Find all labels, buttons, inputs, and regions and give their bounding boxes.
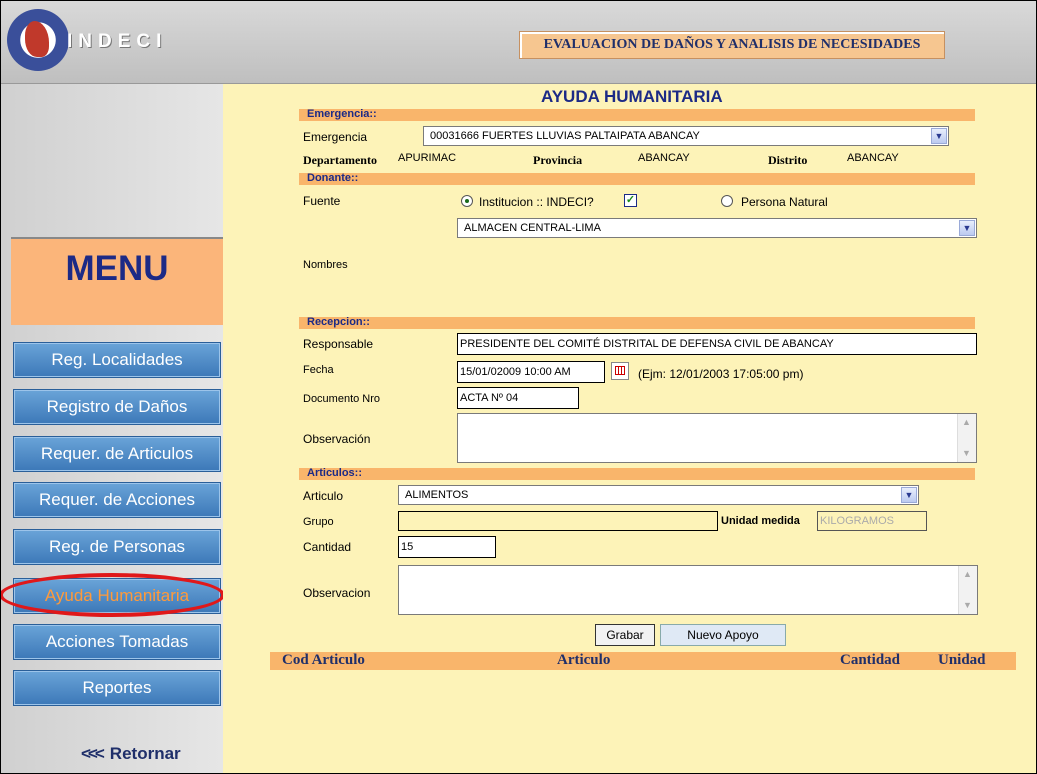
menu-item-acciones-tomadas[interactable]: Acciones Tomadas: [13, 624, 221, 660]
menu-item-requer-articulos[interactable]: Requer. de Articulos: [13, 436, 221, 472]
menu-heading: MENU: [65, 249, 169, 288]
chevron-down-icon[interactable]: ▼: [901, 487, 917, 503]
menu-item-requer-acciones[interactable]: Requer. de Acciones: [13, 482, 221, 518]
emergencia-value: 00031666 FUERTES LLUVIAS PALTAIPATA ABAN…: [430, 130, 700, 142]
almacen-select[interactable]: ALMACEN CENTRAL-LIMA ▼: [457, 218, 977, 238]
articulo-value: ALIMENTOS: [405, 489, 469, 501]
grupo-label: Grupo: [303, 516, 334, 528]
documento-label: Documento Nro: [303, 393, 381, 405]
grid-col-cod-articulo: Cod Articulo: [282, 652, 365, 668]
articulo-label: Articulo: [303, 489, 344, 503]
unidad-input[interactable]: KILOGRAMOS: [817, 511, 927, 531]
section-band-articulos: Articulos::: [299, 467, 975, 480]
fecha-hint: (Ejm: 12/01/2003 17:05:00 pm): [638, 367, 804, 381]
grid-col-cantidad: Cantidad: [840, 652, 901, 668]
menu-heading-block: MENU: [11, 237, 223, 325]
app-title: EVALUACION DE DAÑOS Y ANALISIS DE NECESI…: [543, 37, 921, 52]
responsable-label: Responsable: [303, 337, 374, 351]
section-title-articulos: Articulos::: [307, 467, 362, 479]
app-title-box: EVALUACION DE DAÑOS Y ANALISIS DE NECESI…: [519, 31, 945, 59]
menu-item-reg-localidades[interactable]: Reg. Localidades: [13, 342, 221, 378]
section-band-recepcion: Recepcion::: [299, 316, 975, 329]
section-band-emergencia: Emergencia::: [299, 108, 975, 121]
brand-name: INDECI: [67, 31, 168, 52]
scroll-up-icon[interactable]: ▲: [961, 568, 974, 581]
nombres-label: Nombres: [303, 259, 348, 271]
calendar-icon[interactable]: [611, 362, 629, 380]
menu-item-registro-danos[interactable]: Registro de Daños: [13, 389, 221, 425]
peru-map-icon: [25, 21, 49, 57]
grabar-button[interactable]: Grabar: [595, 624, 655, 646]
unidad-label: Unidad medida: [721, 515, 800, 527]
section-title-emergencia: Emergencia::: [307, 108, 377, 120]
departamento-label: Departamento: [303, 153, 377, 167]
main-form-panel: AYUDA HUMANITARIA Emergencia:: Emergenci…: [223, 84, 1036, 773]
cantidad-label: Cantidad: [303, 540, 352, 554]
section-band-donante: Donante::: [299, 172, 975, 185]
active-item-highlight-ring: [1, 573, 225, 617]
textarea-scrollbar[interactable]: ▲ ▼: [957, 414, 976, 462]
observacion-recepcion-label: Observación: [303, 432, 371, 446]
observacion-recepcion-textarea[interactable]: ▲ ▼: [457, 413, 977, 463]
nuevo-apoyo-button[interactable]: Nuevo Apoyo: [660, 624, 786, 646]
provincia-value: ABANCAY: [638, 152, 690, 164]
indeci-logo: [7, 9, 69, 71]
section-title-donante: Donante::: [307, 172, 359, 184]
articulo-select[interactable]: ALIMENTOS ▼: [398, 485, 919, 505]
fecha-label: Fecha: [303, 364, 334, 376]
documento-input[interactable]: ACTA Nº 04: [457, 387, 579, 409]
textarea-scrollbar[interactable]: ▲ ▼: [958, 566, 977, 614]
departamento-value: APURIMAC: [398, 152, 457, 164]
responsable-input[interactable]: PRESIDENTE DEL COMITÉ DISTRITAL DE DEFEN…: [457, 333, 977, 355]
sidebar: MENU Reg. Localidades Registro de Daños …: [1, 84, 223, 773]
fuente-label: Fuente: [303, 194, 341, 208]
distrito-label: Distrito: [768, 153, 808, 167]
persona-natural-label: Persona Natural: [741, 195, 828, 209]
grupo-input[interactable]: [398, 511, 718, 531]
chevron-down-icon[interactable]: ▼: [931, 128, 947, 144]
emergencia-select[interactable]: 00031666 FUERTES LLUVIAS PALTAIPATA ABAN…: [423, 126, 949, 146]
scroll-down-icon[interactable]: ▼: [961, 599, 974, 612]
menu-item-reportes[interactable]: Reportes: [13, 670, 221, 706]
grid-col-articulo: Articulo: [557, 652, 611, 668]
persona-natural-radio[interactable]: [721, 195, 733, 207]
app-window: INDECI EVALUACION DE DAÑOS Y ANALISIS DE…: [0, 0, 1037, 774]
header-bar: INDECI EVALUACION DE DAÑOS Y ANALISIS DE…: [1, 1, 1036, 84]
observacion-articulo-textarea[interactable]: ▲ ▼: [398, 565, 978, 615]
menu-item-reg-personas[interactable]: Reg. de Personas: [13, 529, 221, 565]
retornar-link[interactable]: <<< Retornar: [81, 744, 181, 764]
institucion-label: Institucion :: INDECI?: [479, 195, 594, 209]
observacion-articulo-label: Observacion: [303, 586, 371, 600]
indeci-checkbox[interactable]: ✓: [624, 194, 637, 207]
provincia-label: Provincia: [533, 153, 583, 167]
double-chevron-left-icon: <<<: [81, 744, 105, 763]
section-title-recepcion: Recepcion::: [307, 316, 370, 328]
distrito-value: ABANCAY: [847, 152, 899, 164]
chevron-down-icon[interactable]: ▼: [959, 220, 975, 236]
scroll-up-icon[interactable]: ▲: [960, 416, 973, 429]
fecha-input[interactable]: 15/01/02009 10:00 AM: [457, 361, 605, 383]
institucion-radio[interactable]: [461, 195, 473, 207]
cantidad-input[interactable]: 15: [398, 536, 496, 558]
page-title: AYUDA HUMANITARIA: [541, 87, 723, 106]
grid-col-unidad: Unidad: [938, 652, 986, 668]
retornar-label: Retornar: [109, 744, 181, 763]
emergencia-label: Emergencia: [303, 130, 368, 144]
articulos-grid-header: Cod Articulo Articulo Cantidad Unidad: [270, 652, 1016, 670]
scroll-down-icon[interactable]: ▼: [960, 447, 973, 460]
almacen-value: ALMACEN CENTRAL-LIMA: [464, 222, 601, 234]
